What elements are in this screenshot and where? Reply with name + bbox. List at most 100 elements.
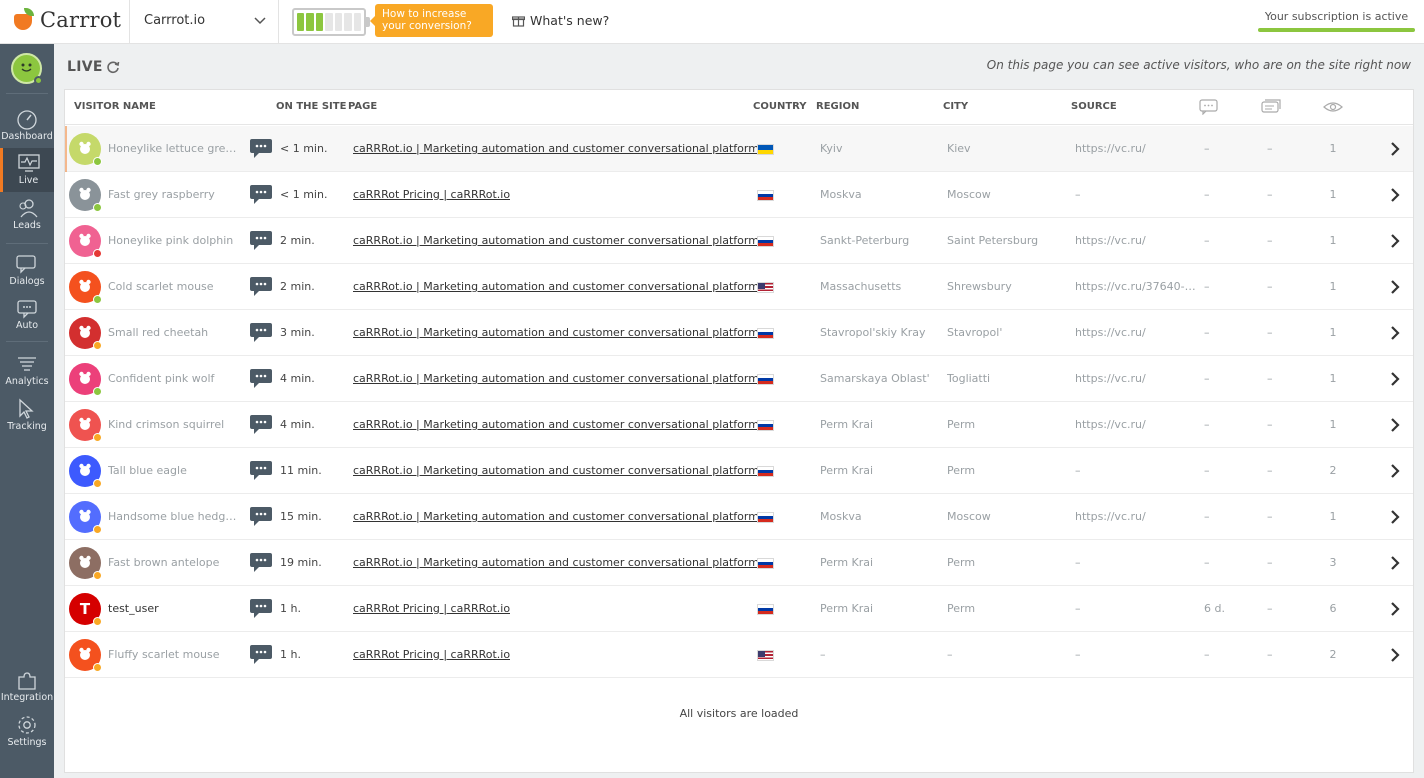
chevron-right-icon[interactable] xyxy=(1389,647,1401,663)
page-link[interactable]: caRRRot.io | Marketing automation and cu… xyxy=(353,234,759,247)
chat-bubble-icon[interactable] xyxy=(250,415,272,434)
chevron-right-icon[interactable] xyxy=(1389,463,1401,479)
page-hint: On this page you can see active visitors… xyxy=(986,58,1411,72)
visitor-row[interactable]: Small red cheetah 3 min. caRRRot.io | Ma… xyxy=(65,310,1413,356)
sidebar-item-auto[interactable]: Auto xyxy=(0,293,54,337)
page-link[interactable]: caRRRot.io | Marketing automation and cu… xyxy=(353,510,759,523)
views-count-value: 1 xyxy=(1329,326,1337,339)
visitor-row[interactable]: Fluffy scarlet mouse 1 h. caRRRot Pricin… xyxy=(65,632,1413,678)
page-link[interactable]: caRRRot.io | Marketing automation and cu… xyxy=(353,326,759,339)
chevron-right-icon[interactable] xyxy=(1389,417,1401,433)
refresh-icon[interactable] xyxy=(106,60,120,74)
chat-bubble-icon[interactable] xyxy=(250,507,272,526)
page-link[interactable]: caRRRot Pricing | caRRRot.io xyxy=(353,648,510,661)
chat-bubble-icon[interactable] xyxy=(250,277,272,296)
logo[interactable]: Carrrot xyxy=(12,8,121,32)
visitor-name[interactable]: Kind crimson squirrel xyxy=(108,418,243,431)
column-source[interactable]: SOURCE xyxy=(1071,101,1117,112)
sidebar-item-tracking[interactable]: Tracking xyxy=(0,394,54,438)
visitor-row[interactable]: Fast grey raspberry < 1 min. caRRRot Pri… xyxy=(65,172,1413,218)
region-value: Kyiv xyxy=(820,142,843,155)
dialog-count-value: – xyxy=(1267,326,1273,339)
visitor-name[interactable]: Cold scarlet mouse xyxy=(108,280,243,293)
chevron-right-icon[interactable] xyxy=(1389,187,1401,203)
visitor-row[interactable]: Cold scarlet mouse 2 min. caRRRot.io | M… xyxy=(65,264,1413,310)
chevron-right-icon[interactable] xyxy=(1389,233,1401,249)
column-page[interactable]: PAGE xyxy=(348,101,377,112)
sidebar-item-live[interactable]: Live xyxy=(0,148,54,192)
page-link[interactable]: caRRRot.io | Marketing automation and cu… xyxy=(353,556,759,569)
chevron-right-icon[interactable] xyxy=(1389,371,1401,387)
column-country[interactable]: COUNTRY xyxy=(753,101,807,112)
sidebar-item-settings[interactable]: Settings xyxy=(0,710,54,754)
page-title: LIVE xyxy=(67,59,103,75)
sidebar-item-integration[interactable]: Integration xyxy=(0,665,54,709)
page-link[interactable]: caRRRot.io | Marketing automation and cu… xyxy=(353,418,759,431)
dialogs-column-icon[interactable] xyxy=(1261,99,1281,115)
page-link[interactable]: caRRRot Pricing | caRRRot.io xyxy=(353,602,510,615)
chat-column-icon[interactable] xyxy=(1199,99,1219,115)
user-avatar[interactable] xyxy=(11,53,43,85)
visitor-name[interactable]: Small red cheetah xyxy=(108,326,243,339)
visitor-name[interactable]: Tall blue eagle xyxy=(108,464,243,477)
whats-new-link[interactable]: What's new? xyxy=(512,13,609,28)
chat-bubble-icon[interactable] xyxy=(250,185,272,204)
visitor-row[interactable]: Handsome blue hedgehog 15 min. caRRRot.i… xyxy=(65,494,1413,540)
column-on-the-site[interactable]: ON THE SITE xyxy=(276,101,346,112)
sidebar-item-analytics[interactable]: Analytics xyxy=(0,349,54,393)
visitor-row[interactable]: Tall blue eagle 11 min. caRRRot.io | Mar… xyxy=(65,448,1413,494)
chat-count-value: – xyxy=(1204,418,1210,431)
chevron-down-icon[interactable] xyxy=(253,13,267,27)
chevron-right-icon[interactable] xyxy=(1389,325,1401,341)
visitor-row[interactable]: Honeylike lettuce green m... < 1 min. ca… xyxy=(65,126,1413,172)
page-link[interactable]: caRRRot Pricing | caRRRot.io xyxy=(353,188,510,201)
chat-bubble-icon[interactable] xyxy=(250,553,272,572)
eye-icon[interactable] xyxy=(1323,99,1343,115)
city-value: Perm xyxy=(947,464,976,477)
visitor-row[interactable]: Fast brown antelope 19 min. caRRRot.io |… xyxy=(65,540,1413,586)
project-select[interactable]: Carrrot.io xyxy=(144,13,205,28)
page-link[interactable]: caRRRot.io | Marketing automation and cu… xyxy=(353,372,759,385)
visitor-name[interactable]: Fast brown antelope xyxy=(108,556,243,569)
chat-count-value: – xyxy=(1204,188,1210,201)
column-region[interactable]: REGION xyxy=(816,101,859,112)
visitor-row[interactable]: T test_user 1 h. caRRRot Pricing | caRRR… xyxy=(65,586,1413,632)
region-value: Moskva xyxy=(820,510,862,523)
visitor-name[interactable]: Fluffy scarlet mouse xyxy=(108,648,243,661)
subscription-status[interactable]: Your subscription is active xyxy=(1258,10,1415,23)
chevron-right-icon[interactable] xyxy=(1389,141,1401,157)
visitor-row[interactable]: Honeylike pink dolphin 2 min. caRRRot.io… xyxy=(65,218,1413,264)
sidebar-item-dialogs[interactable]: Dialogs xyxy=(0,249,54,293)
conversion-battery-icon[interactable] xyxy=(292,8,366,36)
chat-bubble-icon[interactable] xyxy=(250,139,272,158)
column-visitor-name[interactable]: VISITOR NAME xyxy=(74,101,156,112)
chevron-right-icon[interactable] xyxy=(1389,279,1401,295)
page-link[interactable]: caRRRot.io | Marketing automation and cu… xyxy=(353,280,759,293)
sidebar-item-leads[interactable]: Leads xyxy=(0,193,54,237)
chevron-right-icon[interactable] xyxy=(1389,555,1401,571)
conversion-tip-button[interactable]: How to increase your conversion? xyxy=(370,4,493,37)
chat-bubble-icon[interactable] xyxy=(250,599,272,618)
visitor-name[interactable]: test_user xyxy=(108,602,243,615)
chevron-right-icon[interactable] xyxy=(1389,509,1401,525)
chat-bubble-icon[interactable] xyxy=(250,323,272,342)
sidebar-item-dashboard[interactable]: Dashboard xyxy=(0,104,54,148)
visitor-name[interactable]: Honeylike lettuce green m... xyxy=(108,142,243,155)
page-link[interactable]: caRRRot.io | Marketing automation and cu… xyxy=(353,464,759,477)
visitor-name[interactable]: Confident pink wolf xyxy=(108,372,243,385)
visitor-name[interactable]: Fast grey raspberry xyxy=(108,188,243,201)
chat-bubble-icon[interactable] xyxy=(250,231,272,250)
chat-bubble-icon[interactable] xyxy=(250,645,272,664)
column-city[interactable]: CITY xyxy=(943,101,968,112)
visitor-status-dot xyxy=(93,203,102,212)
visitor-name[interactable]: Honeylike pink dolphin xyxy=(108,234,243,247)
chat-bubble-icon[interactable] xyxy=(250,369,272,388)
dialog-count-value: – xyxy=(1267,556,1273,569)
visitor-row[interactable]: Kind crimson squirrel 4 min. caRRRot.io … xyxy=(65,402,1413,448)
chat-count-value: – xyxy=(1204,510,1210,523)
chat-bubble-icon[interactable] xyxy=(250,461,272,480)
page-link[interactable]: caRRRot.io | Marketing automation and cu… xyxy=(353,142,759,155)
chevron-right-icon[interactable] xyxy=(1389,601,1401,617)
visitor-row[interactable]: Confident pink wolf 4 min. caRRRot.io | … xyxy=(65,356,1413,402)
visitor-name[interactable]: Handsome blue hedgehog xyxy=(108,510,243,523)
